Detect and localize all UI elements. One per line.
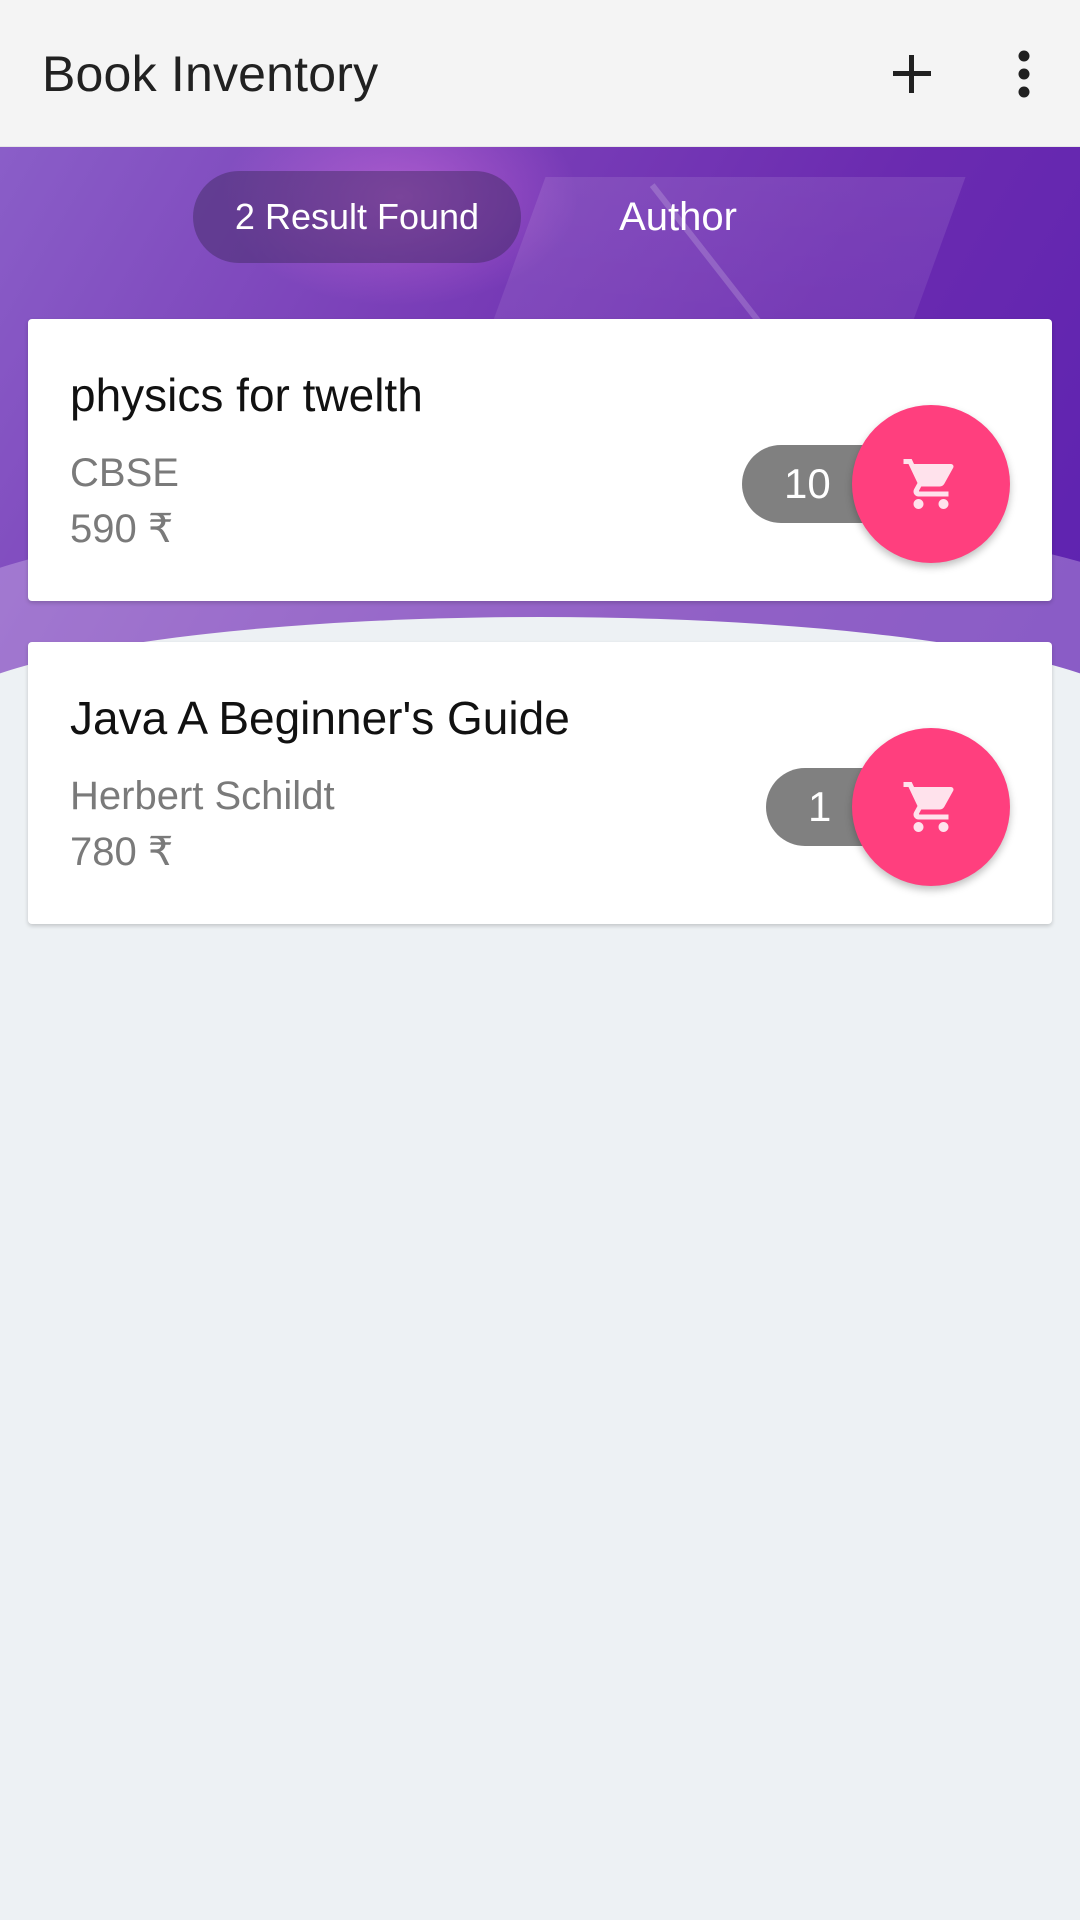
book-price: 780 ₹ [70, 830, 174, 874]
book-author: Herbert Schildt [70, 774, 335, 818]
overflow-menu-button[interactable] [992, 42, 1056, 106]
app-title: Book Inventory [42, 46, 379, 102]
book-title: physics for twelth [70, 369, 423, 421]
app-bar: Book Inventory [0, 0, 1080, 147]
book-price: 590 ₹ [70, 507, 174, 551]
book-card[interactable]: physics for twelth CBSE 590 ₹ 10 [28, 319, 1052, 601]
author-filter-tab[interactable]: Author [578, 171, 778, 263]
results-count-chip[interactable]: 2 Result Found [193, 171, 521, 263]
cart-icon [903, 459, 954, 509]
book-title: Java A Beginner's Guide [70, 692, 570, 744]
add-to-cart-button[interactable] [852, 405, 1010, 563]
book-card[interactable]: Java A Beginner's Guide Herbert Schildt … [28, 642, 1052, 924]
cart-icon [903, 782, 954, 832]
add-to-cart-button[interactable] [852, 728, 1010, 886]
more-vert-icon [1018, 50, 1030, 98]
add-book-button[interactable] [880, 42, 944, 106]
plus-icon [893, 55, 931, 93]
book-author: CBSE [70, 451, 179, 495]
